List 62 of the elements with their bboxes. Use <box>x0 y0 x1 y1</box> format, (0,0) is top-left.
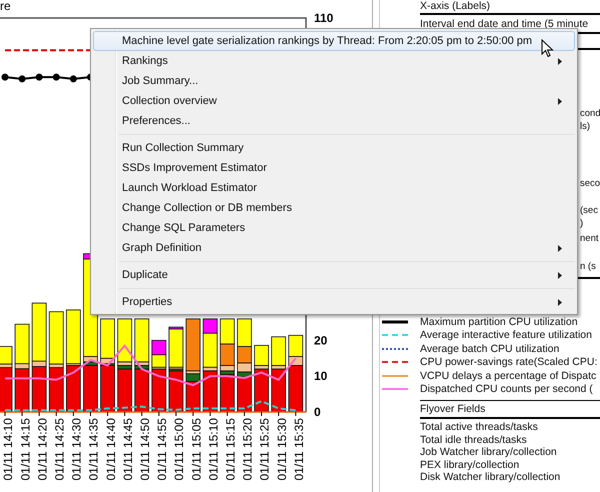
property-text: ) <box>580 217 584 230</box>
submenu-arrow-icon <box>558 58 562 64</box>
x-tick-label: 01/11 14:25 <box>52 418 66 481</box>
x-tick-label: 01/11 15:00 <box>172 418 186 481</box>
property-text: n (s <box>580 260 597 273</box>
x-tick-label: 01/11 14:10 <box>1 418 16 481</box>
property-text: nent <box>580 232 600 245</box>
menu-item[interactable]: Graph Definition <box>93 238 575 258</box>
section-heading: Flyover Fields <box>420 400 600 419</box>
property-text: ls) <box>580 120 592 133</box>
x-tick-label: 01/11 15:30 <box>274 418 289 481</box>
menu-item[interactable]: Properties <box>93 292 575 312</box>
submenu-arrow-icon <box>558 272 562 278</box>
menu-item[interactable]: Job Summary... <box>93 71 575 91</box>
menu-item[interactable]: Change SQL Parameters <box>93 218 575 238</box>
mouse-cursor-icon <box>541 39 554 58</box>
menu-item[interactable]: Machine level gate serialization rankings by Thread: From 2:20:05 pm to 2:50:00 pm <box>93 31 575 51</box>
menu-item[interactable]: Collection overview <box>93 91 575 111</box>
y-tick-label: 0 <box>314 405 321 419</box>
menu-item[interactable]: Run Collection Summary <box>93 138 575 158</box>
legend-label: Dispatched CPU counts per second ( <box>420 383 593 396</box>
list-item: Disk Watcher library/collection <box>420 471 562 484</box>
x-tick-label: 01/11 14:45 <box>120 418 135 481</box>
submenu-arrow-icon <box>558 298 562 306</box>
menu-item[interactable]: SSDs Improvement Estimator <box>93 158 575 178</box>
x-tick-label: 01/11 15:25 <box>258 418 272 481</box>
chart-title: re <box>0 0 11 13</box>
x-tick-label: 01/11 15:35 <box>292 418 306 481</box>
x-tick-label: 01/11 14:15 <box>18 418 32 481</box>
x-tick-label: 01/11 15:20 <box>240 418 255 481</box>
x-tick-label: 01/11 14:35 <box>86 418 101 481</box>
x-tick-label: 01/11 15:10 <box>206 418 220 481</box>
property-text: (sec <box>580 204 599 217</box>
legend-label: Maximum partition CPU utilization <box>420 316 578 328</box>
list-item: Total active threads/tasks <box>420 421 539 434</box>
menu-item[interactable]: Preferences... <box>93 111 575 131</box>
menu-item[interactable]: Change Collection or DB members <box>93 198 575 218</box>
x-tick-label: 01/11 14:30 <box>70 418 84 481</box>
legend-label: Average interactive feature utilization <box>420 329 592 342</box>
x-tick-label: 01/11 15:05 <box>189 418 204 481</box>
y-tick-label: 20 <box>314 333 328 348</box>
property-text: seco <box>580 177 600 190</box>
x-tick-label: 01/11 15:15 <box>223 418 238 481</box>
x-tick-label: 01/11 14:40 <box>104 418 118 481</box>
legend-label: Average batch CPU utilization <box>420 342 560 355</box>
list-item: Job Watcher library/collection <box>420 446 558 458</box>
x-tick-label: 01/11 14:20 <box>35 418 50 481</box>
list-item: PEX library/collection <box>420 458 520 471</box>
list-item: Total idle threads/tasks <box>420 434 528 446</box>
menu-item[interactable]: Duplicate <box>93 265 575 285</box>
legend-label: VCPU delays a percentage of Dispatc <box>420 370 596 382</box>
y-tick-label: 10 <box>314 369 328 384</box>
section-heading: X-axis (Labels) <box>420 0 600 15</box>
submenu-arrow-icon <box>558 244 562 252</box>
y-tick-label: 110 <box>314 11 334 25</box>
submenu-arrow-icon <box>558 98 562 104</box>
property-text: cond <box>580 107 600 120</box>
menu-item[interactable]: Rankings <box>93 51 575 71</box>
x-tick-label: 01/11 14:55 <box>155 418 170 481</box>
menu-item[interactable]: Launch Workload Estimator <box>93 178 575 198</box>
x-tick-label: 01/11 14:50 <box>138 418 152 481</box>
legend-label: CPU power-savings rate(Scaled CPU: <box>420 356 598 368</box>
